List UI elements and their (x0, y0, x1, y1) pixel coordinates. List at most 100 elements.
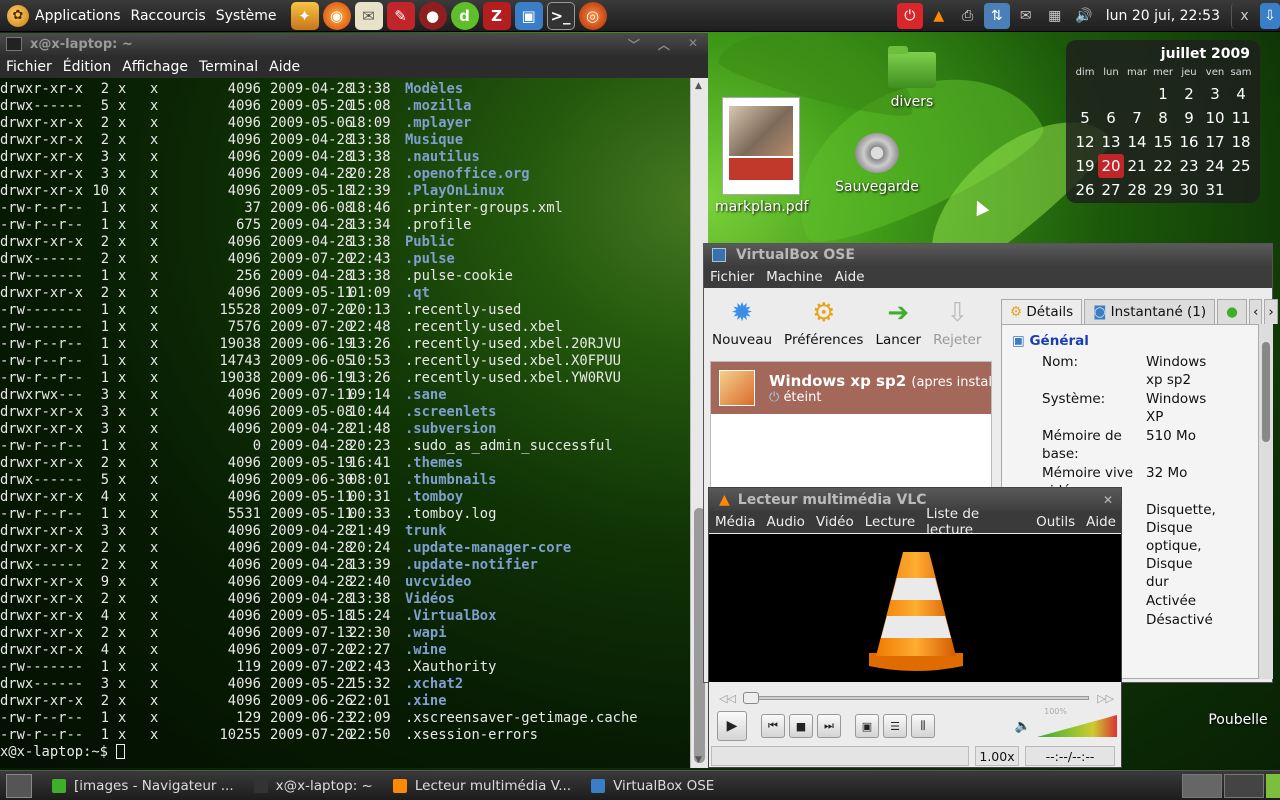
seek-track[interactable] (742, 692, 1090, 704)
trash-applet-icon[interactable] (1266, 774, 1280, 798)
play-button[interactable]: ▶ (717, 711, 747, 741)
seek-knob[interactable] (742, 692, 759, 704)
vm-list-item[interactable]: Windows xp sp2 (apres install ⏻ éteint (711, 362, 991, 414)
menu-aide[interactable]: Aide (1086, 514, 1116, 530)
maximize-icon[interactable]: ︿ (658, 36, 670, 53)
menu-aide[interactable]: Aide (835, 269, 865, 285)
volume-icon[interactable]: 🔊 (1071, 3, 1097, 29)
minimize-icon[interactable]: ﹀ (628, 36, 640, 53)
calendar-day[interactable]: 1 (1150, 82, 1176, 106)
taskbar-button[interactable]: x@x-laptop: ~ (246, 773, 381, 799)
calendar-day[interactable]: 21 (1124, 154, 1150, 178)
menu-audio[interactable]: Audio (767, 514, 805, 530)
logout-icon[interactable]: x (1231, 3, 1257, 29)
update-icon[interactable]: ⇩ (1260, 3, 1280, 29)
tabs-scroll-right[interactable]: › (1264, 299, 1278, 324)
calendar-today[interactable]: 20 (1098, 154, 1124, 178)
filezilla-icon[interactable]: Z (482, 1, 511, 30)
menu-terminal[interactable]: Terminal (199, 59, 258, 75)
mail-icon[interactable]: ✉ (354, 1, 383, 30)
calendar-day[interactable]: 2 (1176, 82, 1202, 106)
calendar-day[interactable]: 27 (1098, 178, 1124, 202)
calendar-day[interactable]: 28 (1124, 178, 1150, 202)
volume-control[interactable]: 🔈 100% (1015, 707, 1117, 737)
calendar-day[interactable]: 12 (1072, 130, 1098, 154)
menu-fichier[interactable]: Fichier (710, 269, 754, 285)
network-disconnected-icon[interactable]: ▦ (1042, 3, 1068, 29)
clock[interactable]: lun 20 jui, 22:53 (1106, 8, 1220, 24)
seek-bar[interactable]: ◁◁ ▷▷ (719, 691, 1114, 705)
speed-label[interactable]: 1.00x (975, 746, 1019, 766)
calendar-day[interactable]: 4 (1228, 82, 1254, 106)
menu-outils[interactable]: Outils (1036, 514, 1075, 530)
start-button[interactable]: ➔ Lancer (875, 296, 921, 348)
calendar-day[interactable]: 31 (1202, 178, 1228, 202)
calendar-day[interactable]: 26 (1072, 178, 1098, 202)
calendar-day[interactable]: 9 (1176, 106, 1202, 130)
calendar-day[interactable]: 22 (1150, 154, 1176, 178)
calendar-day[interactable]: 11 (1228, 106, 1254, 130)
vlc-titlebar[interactable]: ▲ Lecteur multimédia VLC ✕ (709, 488, 1121, 511)
calendar-day[interactable]: 13 (1098, 130, 1124, 154)
system-menu[interactable]: Système (216, 8, 277, 24)
calendar-day[interactable]: 5 (1072, 106, 1098, 130)
calendar-day[interactable]: 16 (1176, 130, 1202, 154)
calendar-day[interactable]: 8 (1150, 106, 1176, 130)
calendar-day[interactable]: 24 (1202, 154, 1228, 178)
tab-snapshot[interactable]: ◙ Instantané (1) (1084, 299, 1216, 324)
calendar-day[interactable]: 25 (1228, 154, 1254, 178)
taskbar-button[interactable]: Lecteur multimédia V... (385, 773, 579, 799)
firefox-icon[interactable]: ◉ (322, 1, 351, 30)
dreamweaver-icon[interactable]: d (450, 1, 479, 30)
power-icon[interactable]: ⏻ (896, 3, 923, 29)
menu-edition[interactable]: Édition (63, 59, 111, 75)
virtualbox-icon[interactable]: ▣ (514, 1, 543, 30)
places-menu[interactable]: Raccourcis (131, 8, 206, 24)
desktop-icon-sauvegarde[interactable]: Sauvegarde (834, 133, 920, 195)
preferences-button[interactable]: ⚙ Préférences (784, 296, 863, 348)
next-button[interactable]: ⏭ (817, 714, 841, 738)
red-tool-icon[interactable]: ✎ (386, 1, 415, 30)
show-desktop-icon[interactable] (6, 773, 32, 798)
close-icon[interactable]: ✕ (1103, 493, 1113, 507)
terminal-titlebar[interactable]: x@x-laptop: ~ ﹀ ︿ ✕ (0, 33, 708, 55)
game-icon[interactable]: ● (418, 1, 447, 30)
desktop-icon-poubelle[interactable]: Poubelle (1204, 712, 1272, 728)
calendar-day[interactable]: 18 (1228, 130, 1254, 154)
calendar-day[interactable]: 3 (1202, 82, 1228, 106)
menu-aide[interactable]: Aide (269, 59, 300, 75)
calendar-day[interactable]: 10 (1202, 106, 1228, 130)
discard-button[interactable]: ⇩ Rejeter (933, 296, 981, 348)
time-label[interactable]: --:--/--:-- (1025, 746, 1115, 766)
calendar-day[interactable]: 6 (1098, 106, 1124, 130)
calendar-day[interactable]: 19 (1072, 154, 1098, 178)
terminal-output[interactable]: drwxr-xr-x 2 x x 4096 2009-04-28 13:38 Modèles d… (0, 78, 690, 768)
applications-menu[interactable]: Applications (35, 8, 121, 24)
mail-tray-icon[interactable]: ✉ (1013, 3, 1039, 29)
gnome-foot-icon[interactable]: ✿ (7, 4, 29, 27)
new-vm-button[interactable]: ✹ Nouveau (712, 296, 772, 348)
calendar-day[interactable]: 14 (1124, 130, 1150, 154)
taskbar-button[interactable]: [images - Navigateur ... (44, 773, 242, 799)
desktop-icon-divers[interactable]: divers (880, 46, 944, 110)
details-scrollbar[interactable] (1259, 324, 1273, 679)
scroll-up-icon[interactable]: ▲ (695, 81, 702, 91)
taskbar-button[interactable]: VirtualBox OSE (583, 773, 722, 799)
desktop-icon-markplan[interactable]: markplan.pdf (715, 97, 808, 215)
calendar-day[interactable]: 30 (1176, 178, 1202, 202)
terminal-icon[interactable]: >_ (546, 1, 575, 30)
workspace-1[interactable] (1182, 774, 1222, 798)
menu-fichier[interactable]: Fichier (6, 59, 52, 75)
menu-media[interactable]: Média (715, 514, 756, 530)
equalizer-button[interactable]: ⫼ (911, 714, 935, 738)
calendar-day[interactable]: 15 (1150, 130, 1176, 154)
volume-slider[interactable] (1037, 715, 1117, 737)
menu-video[interactable]: Vidéo (816, 514, 854, 530)
burner-icon[interactable]: ◎ (578, 1, 607, 30)
printer-icon[interactable]: ⎙ (955, 3, 981, 29)
scrollbar-thumb[interactable] (1262, 342, 1270, 442)
tabs-scroll-left[interactable]: ‹ (1248, 299, 1263, 324)
calendar-day[interactable]: 17 (1202, 130, 1228, 154)
previous-button[interactable]: ⏮ (761, 714, 785, 738)
fullscreen-button[interactable]: ▣ (855, 714, 879, 738)
